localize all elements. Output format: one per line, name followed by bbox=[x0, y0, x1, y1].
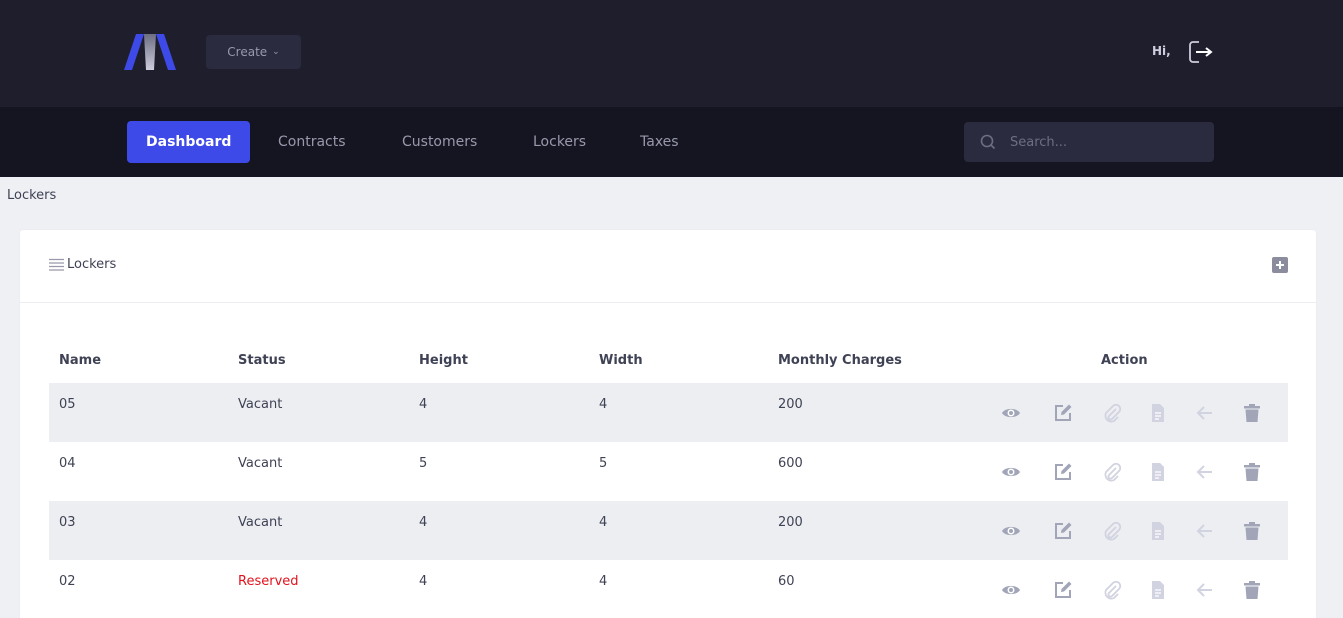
create-dropdown-button[interactable]: Create ⌄ bbox=[206, 35, 301, 69]
table-row: 02 Reserved 4 4 60 bbox=[49, 560, 1288, 618]
eye-icon[interactable] bbox=[1001, 521, 1021, 541]
cell-width: 4 bbox=[599, 397, 608, 412]
cell-name: 04 bbox=[59, 456, 76, 471]
edit-icon[interactable] bbox=[1053, 403, 1073, 423]
document-icon[interactable] bbox=[1148, 521, 1168, 541]
edit-icon[interactable] bbox=[1053, 521, 1073, 541]
cell-status: Vacant bbox=[238, 397, 283, 412]
cell-name: 05 bbox=[59, 397, 76, 412]
cell-width: 5 bbox=[599, 456, 608, 471]
trash-icon[interactable] bbox=[1242, 462, 1262, 482]
cell-monthly-charges: 600 bbox=[778, 456, 803, 471]
list-icon bbox=[49, 258, 64, 271]
cell-monthly-charges: 60 bbox=[778, 574, 795, 589]
paperclip-icon[interactable] bbox=[1102, 462, 1122, 482]
create-label: Create bbox=[227, 45, 268, 59]
cell-status: Reserved bbox=[238, 574, 299, 589]
column-header-monthly-charges[interactable]: Monthly Charges bbox=[778, 353, 902, 368]
document-icon[interactable] bbox=[1148, 462, 1168, 482]
search-box bbox=[964, 122, 1214, 162]
trash-icon[interactable] bbox=[1242, 403, 1262, 423]
card-header: Lockers bbox=[20, 230, 1316, 303]
column-header-status[interactable]: Status bbox=[238, 353, 286, 368]
paperclip-icon[interactable] bbox=[1102, 403, 1122, 423]
cell-height: 4 bbox=[419, 574, 428, 589]
nav-item-taxes[interactable]: Taxes bbox=[640, 121, 679, 163]
breadcrumb: Lockers bbox=[7, 188, 57, 203]
arrow-left-icon[interactable] bbox=[1195, 462, 1215, 482]
table-row: 05 Vacant 4 4 200 bbox=[49, 383, 1288, 442]
column-header-name[interactable]: Name bbox=[59, 353, 101, 368]
nav-item-lockers[interactable]: Lockers bbox=[533, 121, 586, 163]
table-row: 04 Vacant 5 5 600 bbox=[49, 442, 1288, 501]
cell-height: 4 bbox=[419, 397, 428, 412]
lockers-card: Lockers Name Status Height Width Monthly… bbox=[19, 229, 1317, 618]
cell-width: 4 bbox=[599, 574, 608, 589]
edit-icon[interactable] bbox=[1053, 462, 1073, 482]
arrow-left-icon[interactable] bbox=[1195, 403, 1215, 423]
trash-icon[interactable] bbox=[1242, 580, 1262, 600]
nav-item-dashboard[interactable]: Dashboard bbox=[127, 121, 251, 163]
main-navbar: Dashboard Contracts Customers Lockers Ta… bbox=[0, 107, 1343, 177]
search-icon bbox=[980, 134, 996, 150]
arrow-left-icon[interactable] bbox=[1195, 521, 1215, 541]
chevron-down-icon: ⌄ bbox=[272, 47, 280, 57]
cell-width: 4 bbox=[599, 515, 608, 530]
eye-icon[interactable] bbox=[1001, 580, 1021, 600]
card-title: Lockers bbox=[49, 257, 116, 272]
trash-icon[interactable] bbox=[1242, 521, 1262, 541]
cell-monthly-charges: 200 bbox=[778, 397, 803, 412]
eye-icon[interactable] bbox=[1001, 462, 1021, 482]
user-greeting: Hi, bbox=[1152, 44, 1171, 58]
cell-height: 4 bbox=[419, 515, 428, 530]
logout-icon[interactable] bbox=[1188, 40, 1214, 64]
table-row: 03 Vacant 4 4 200 bbox=[49, 501, 1288, 560]
cell-height: 5 bbox=[419, 456, 428, 471]
nav-item-customers[interactable]: Customers bbox=[402, 121, 477, 163]
cell-monthly-charges: 200 bbox=[778, 515, 803, 530]
column-header-height[interactable]: Height bbox=[419, 353, 468, 368]
cell-name: 03 bbox=[59, 515, 76, 530]
arrow-left-icon[interactable] bbox=[1195, 580, 1215, 600]
add-locker-icon[interactable] bbox=[1272, 257, 1288, 273]
document-icon[interactable] bbox=[1148, 580, 1168, 600]
cell-status: Vacant bbox=[238, 456, 283, 471]
paperclip-icon[interactable] bbox=[1102, 580, 1122, 600]
cell-name: 02 bbox=[59, 574, 76, 589]
top-header: Create ⌄ Hi, bbox=[0, 0, 1343, 107]
cell-status: Vacant bbox=[238, 515, 283, 530]
edit-icon[interactable] bbox=[1053, 580, 1073, 600]
paperclip-icon[interactable] bbox=[1102, 521, 1122, 541]
nav-item-contracts[interactable]: Contracts bbox=[278, 121, 346, 163]
card-title-text: Lockers bbox=[67, 257, 117, 272]
eye-icon[interactable] bbox=[1001, 403, 1021, 423]
search-input[interactable] bbox=[1010, 122, 1205, 162]
logo-icon[interactable] bbox=[124, 34, 176, 71]
column-header-action: Action bbox=[1101, 353, 1148, 368]
document-icon[interactable] bbox=[1148, 403, 1168, 423]
column-header-width[interactable]: Width bbox=[599, 353, 643, 368]
